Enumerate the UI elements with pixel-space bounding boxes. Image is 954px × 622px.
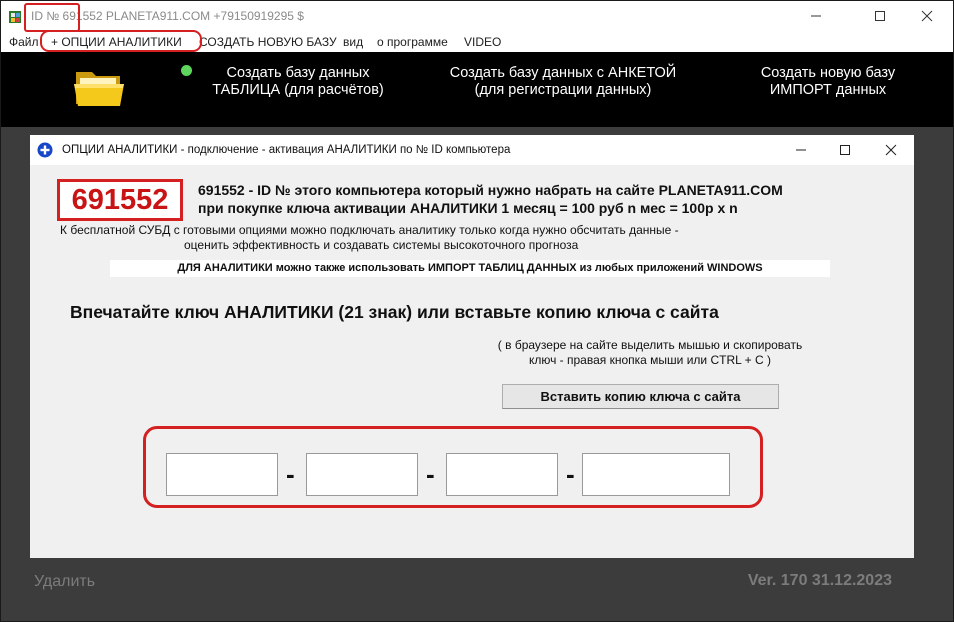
minimize-button[interactable] [793,0,839,32]
toolbar: Создать базу данных ТАБЛИЦА (для расчёто… [0,52,954,127]
close-icon [921,10,933,22]
key-part-3-input[interactable] [446,453,558,496]
key-part-2-input[interactable] [306,453,418,496]
paste-key-button[interactable]: Вставить копию ключа с сайта [502,384,779,409]
computer-id-badge: 691552 [57,179,183,221]
free-db-description: К бесплатной СУБД с готовыми опциями мож… [60,223,679,253]
import-db-label-2: ИМПОРТ данных [769,82,887,98]
enter-key-label: Впечатайте ключ АНАЛИТИКИ (21 знак) или … [70,302,719,322]
dialog-maximize-button[interactable] [822,135,868,165]
delete-button[interactable]: Удалить [34,573,95,591]
app-icon [9,11,21,23]
folder-icon[interactable] [74,66,124,108]
status-indicator [181,65,192,76]
menu-video[interactable]: VIDEO [464,35,501,49]
close-icon [885,144,897,156]
key-separator: - [286,459,295,489]
app-window: ID № 691552 PLANETA911.COM +79150919295 … [0,0,954,622]
free-db-line-2: оценить эффективность и создавать систем… [184,238,579,252]
import-db-label-1: Создать новую базу [760,65,896,81]
id-description-line-2: при покупке ключа активации АНАЛИТИКИ 1 … [198,200,738,216]
menu-create-new-db[interactable]: СОЗДАТЬ НОВУЮ БАЗУ [199,35,337,49]
maximize-button[interactable] [857,0,903,32]
create-form-db-label-2: (для регистрации данных) [474,82,652,98]
maximize-icon [840,145,850,155]
create-table-db-label-1: Создать базу данных [226,65,370,81]
dialog-close-button[interactable] [868,135,914,165]
create-table-db-label-2: ТАБЛИЦА (для расчётов) [212,82,384,98]
title-bar: ID № 691552 PLANETA911.COM +79150919295 … [0,0,954,32]
menu-view[interactable]: вид [343,35,363,49]
key-part-4-input[interactable] [582,453,730,496]
browser-hint-line-1: ( в браузере на сайте выделить мышью и с… [497,338,803,352]
browser-hint: ( в браузере на сайте выделить мышью и с… [460,338,840,368]
browser-hint-line-2: ключ - правая кнопка мыши или CTRL + C ) [528,353,772,367]
id-description-line-1: 691552 - ID № этого компьютера который н… [198,182,783,198]
key-separator: - [566,459,575,489]
key-separator: - [426,459,435,489]
import-db-button[interactable]: Создать новую базу ИМПОРТ данных [746,65,910,99]
import-note: ДЛЯ АНАЛИТИКИ можно также использовать И… [110,260,830,277]
key-part-1-input[interactable] [166,453,278,496]
create-form-db-label-1: Создать базу данных с АНКЕТОЙ [449,65,677,81]
create-form-db-button[interactable]: Создать базу данных с АНКЕТОЙ (для регис… [440,65,686,99]
free-db-line-1: К бесплатной СУБД с готовыми опциями мож… [60,223,679,237]
menu-bar: Файл + ОПЦИИ АНАЛИТИКИ СОЗДАТЬ НОВУЮ БАЗ… [0,32,954,52]
version-label: Ver. 170 31.12.2023 [747,572,892,589]
menu-file[interactable]: Файл [9,35,39,49]
dialog-title: ОПЦИИ АНАЛИТИКИ - подключение - активаци… [62,144,511,156]
minimize-icon [811,15,821,17]
analytics-options-dialog: ОПЦИИ АНАЛИТИКИ - подключение - активаци… [30,135,914,558]
create-table-db-button[interactable]: Создать базу данных ТАБЛИЦА (для расчёто… [205,65,391,99]
minimize-icon [796,149,806,151]
window-title: ID № 691552 PLANETA911.COM +79150919295 … [31,9,304,23]
maximize-icon [875,11,885,21]
close-button[interactable] [904,0,950,32]
id-description: 691552 - ID № этого компьютера который н… [198,181,783,217]
menu-analytics-options[interactable]: + ОПЦИИ АНАЛИТИКИ [51,35,182,49]
dialog-minimize-button[interactable] [778,135,824,165]
dialog-title-bar: ОПЦИИ АНАЛИТИКИ - подключение - активаци… [30,135,914,165]
plus-circle-icon [37,142,53,158]
menu-about[interactable]: о программе [377,35,448,49]
